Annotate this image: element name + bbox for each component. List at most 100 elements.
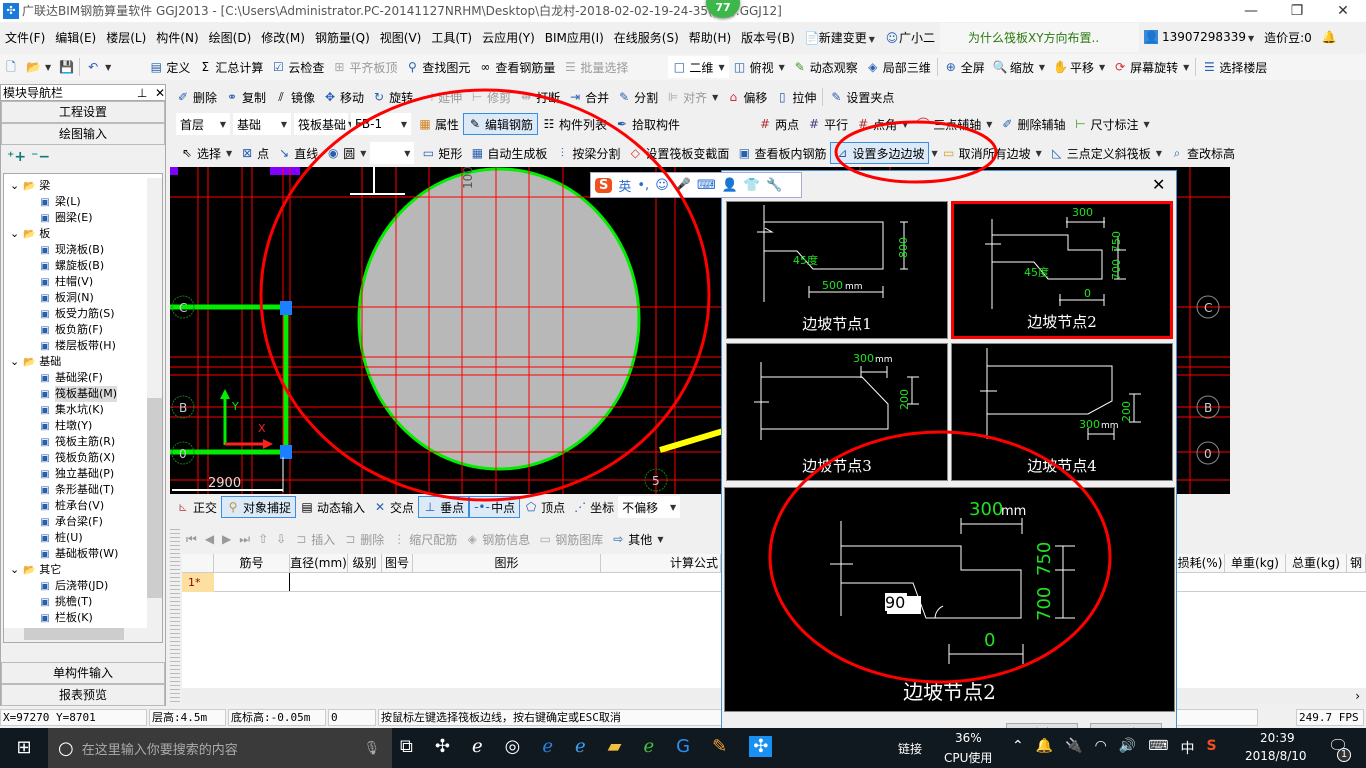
select-button[interactable]: ⇖ 选择 ▼	[176, 142, 236, 164]
three-point-axis-button[interactable]: ⌒ 三点辅轴 ▼	[912, 113, 996, 135]
link-label[interactable]: 链接	[898, 740, 922, 757]
top-view-button[interactable]: ◫ 俯视 ▼	[729, 56, 789, 78]
tree-item[interactable]: ▣ 圈梁(E)	[4, 210, 162, 226]
ortho-toggle[interactable]: ⊾ 正交	[172, 496, 221, 518]
keyboard-icon[interactable]: ⌨	[1148, 738, 1168, 758]
tree-item[interactable]: ▣ 栏板(K)	[4, 610, 162, 626]
intersection-snap[interactable]: ✕ 交点	[369, 496, 418, 518]
tree-item[interactable]: ▣ 柱墩(Y)	[4, 418, 162, 434]
ime-indicator[interactable]: 中	[1180, 738, 1194, 758]
menu-bim[interactable]: BIM应用(I)	[540, 29, 609, 46]
menu-online[interactable]: 在线服务(S)	[609, 29, 684, 46]
menu-help[interactable]: 帮助(H)	[684, 29, 736, 46]
clock-time[interactable]: 20:39	[1260, 731, 1295, 745]
project-settings-button[interactable]: 工程设置	[1, 101, 165, 123]
last-record-button[interactable]: ⏭	[235, 528, 254, 550]
edit-elevation-button[interactable]: ⌕ 查改标高	[1166, 142, 1239, 164]
col-shape[interactable]: 图形	[413, 554, 601, 573]
dynamic-input-toggle[interactable]: ▤ 动态输入	[296, 496, 369, 518]
tree-item[interactable]: ▣ 条形基础(T)	[4, 482, 162, 498]
col-bar-no[interactable]: 筋号	[214, 554, 290, 573]
save-button[interactable]: 💾	[55, 56, 77, 78]
chrome-like-icon[interactable]: ◎	[505, 736, 521, 757]
zoom-button[interactable]: 🔍 缩放 ▼	[989, 56, 1049, 78]
menu-component[interactable]: 构件(N)	[151, 29, 203, 46]
glodon-app-icon[interactable]: ✣	[749, 736, 773, 757]
dimension-button[interactable]: ⊢ 尺寸标注 ▼	[1069, 113, 1153, 135]
view-rebar-qty-button[interactable]: ∞ 查看钢筋量	[474, 56, 559, 78]
move-down-button[interactable]: ⇩	[272, 528, 290, 550]
properties-button[interactable]: ▦ 属性	[414, 113, 463, 135]
notes-app-icon[interactable]: ✎	[712, 736, 727, 757]
fullscreen-button[interactable]: ⊕ 全屏	[940, 56, 989, 78]
cloud-check-button[interactable]: ☑ 云检查	[267, 56, 328, 78]
g-app-icon[interactable]: G	[676, 736, 690, 757]
set-variable-section-button[interactable]: ◇ 设置筏板变截面	[624, 142, 733, 164]
move-button[interactable]: ✥ 移动	[319, 86, 368, 108]
tree-item[interactable]: ▣ 挑檐(T)	[4, 594, 162, 610]
restore-button[interactable]: ❐	[1274, 0, 1320, 22]
orbit-button[interactable]: ✎ 动态观察	[789, 56, 862, 78]
open-button[interactable]: 📂 ▼	[22, 56, 55, 78]
col-unit-weight[interactable]: 单重(kg)	[1225, 554, 1286, 573]
next-record-button[interactable]: ▶	[218, 528, 235, 550]
two-point-axis-button[interactable]: # 两点	[754, 113, 803, 135]
col-total-weight[interactable]: 总重(kg)	[1286, 554, 1347, 573]
align-button[interactable]: ⊫ 对齐 ▼	[662, 86, 722, 108]
account-button[interactable]: 👤 13907298339 ▼	[1139, 30, 1259, 44]
category-select[interactable]: 基础 ▼	[233, 113, 291, 135]
menu-view[interactable]: 视图(V)	[375, 29, 427, 46]
undo-button[interactable]: ↶ ▼	[82, 56, 115, 78]
rotate-button[interactable]: ↻ 旋转	[368, 86, 417, 108]
select-floor-button[interactable]: ☰ 选择楼层	[1198, 56, 1271, 78]
mic-icon[interactable]: 🎙	[363, 741, 380, 756]
split-button[interactable]: ✎ 分割	[613, 86, 662, 108]
menu-file[interactable]: 文件(F)	[0, 29, 50, 46]
col-more[interactable]: 钢	[1347, 554, 1366, 573]
merge-button[interactable]: ⇥ 合并	[564, 86, 613, 108]
mirror-button[interactable]: ⫽ 镜像	[270, 86, 319, 108]
ime-mode[interactable]: 英	[618, 176, 631, 195]
tree-folder[interactable]: ⌄ 📂 基础	[4, 354, 162, 370]
chevron-down-icon[interactable]: ⌄	[10, 178, 19, 194]
tree-item[interactable]: ▣ 承台梁(F)	[4, 514, 162, 530]
assistant-button[interactable]: ☺广小二	[880, 29, 940, 46]
slope-option-2[interactable]: 45度 300 750 700 0 边坡节点2	[951, 201, 1173, 339]
offset-button[interactable]: ⌂ 偏移	[722, 86, 771, 108]
parallel-axis-button[interactable]: # 平行	[803, 113, 852, 135]
move-up-button[interactable]: ⇧	[254, 528, 272, 550]
clock-date[interactable]: 2018/8/10	[1245, 749, 1307, 763]
find-element-button[interactable]: ⚲ 查找图元	[401, 56, 474, 78]
summary-calc-button[interactable]: Σ 汇总计算	[194, 56, 267, 78]
batch-select-button[interactable]: ☰ 批量选择	[559, 56, 632, 78]
line-button[interactable]: ↘ 直线	[273, 142, 322, 164]
draw-mode-select[interactable]: ▼	[370, 142, 415, 164]
slope-option-4[interactable]: 300 mm 200 边坡节点4	[951, 343, 1173, 481]
menu-edit[interactable]: 编辑(E)	[50, 29, 101, 46]
tree-item[interactable]: ▣ 楼层板带(H)	[4, 338, 162, 354]
menu-tools[interactable]: 工具(T)	[426, 29, 477, 46]
insert-row-button[interactable]: ⊐ 插入	[290, 528, 339, 550]
floor-select[interactable]: 首层 ▼	[176, 113, 230, 135]
col-grade[interactable]: 级别	[348, 554, 382, 573]
coordinate-snap[interactable]: ⋰ 坐标	[569, 496, 618, 518]
dialog-close-button[interactable]: ✕	[1152, 175, 1165, 194]
component-list-button[interactable]: ☷ 构件列表	[538, 113, 611, 135]
start-button[interactable]: ⊞	[0, 728, 48, 768]
align-top-button[interactable]: ⊞ 平齐板顶	[328, 56, 401, 78]
rotate-screen-button[interactable]: ⟳ 屏幕旋转 ▼	[1109, 56, 1193, 78]
minimize-button[interactable]: —	[1228, 0, 1274, 22]
tip-link[interactable]: 为什么筏板XY方向布置..	[939, 22, 1140, 52]
new-file-button[interactable]: 🗋	[0, 56, 22, 78]
tree-item[interactable]: ▣ 桩承台(V)	[4, 498, 162, 514]
slope-angle-input[interactable]	[885, 593, 907, 611]
ie-icon[interactable]: ℯ	[575, 736, 586, 757]
circle-button[interactable]: ◉ 圆 ▼	[322, 142, 370, 164]
delete-axis-button[interactable]: ✐ 删除辅轴	[996, 113, 1069, 135]
file-explorer-icon[interactable]: ▰	[608, 736, 622, 757]
emoji-icon[interactable]: ☺	[655, 178, 669, 193]
component-name-select[interactable]: FB-1 ▼	[351, 113, 411, 135]
taskbar-search[interactable]: ○ 在这里输入你要搜索的内容 🎙	[48, 728, 392, 768]
panel-handle[interactable]	[170, 526, 180, 702]
vertex-snap[interactable]: ⬠ 顶点	[520, 496, 569, 518]
